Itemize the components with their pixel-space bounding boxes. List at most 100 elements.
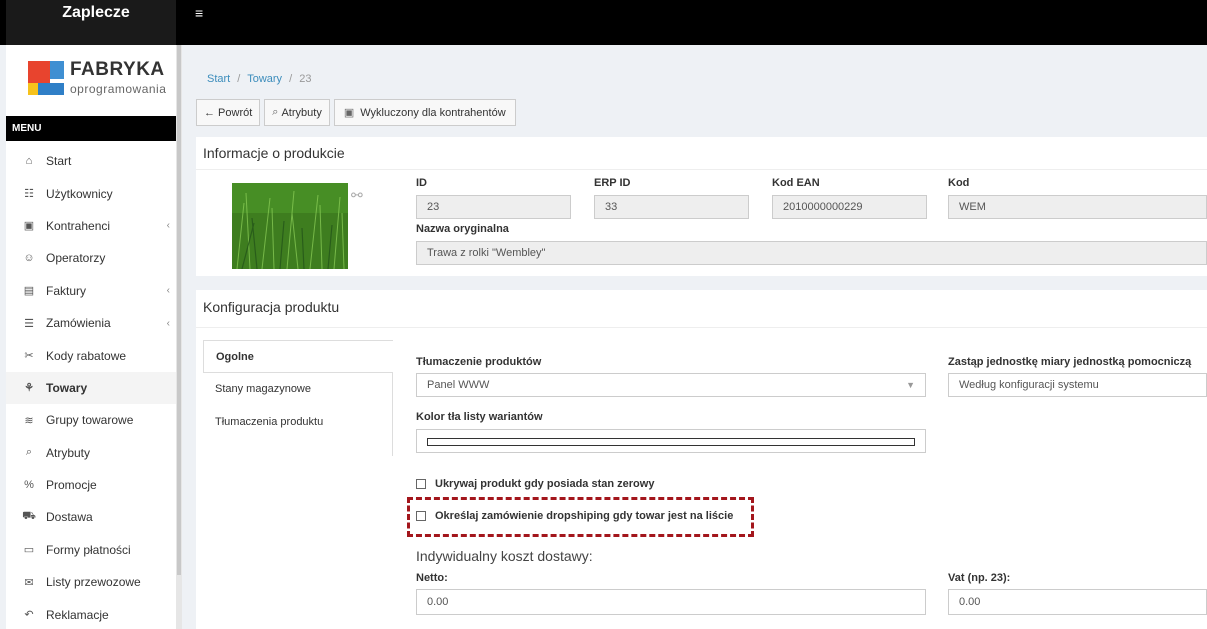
product-info-panel: Informacje o produkcie ⚯ ID 23 ERP ID 33… (196, 137, 1207, 276)
translation-select-value: Panel WWW (427, 379, 490, 391)
kod-field[interactable]: WEM (948, 195, 1207, 219)
unit-label: Zastąp jednostkę miary jednostką pomocni… (948, 356, 1192, 368)
sidebar-item-label: Formy płatności (46, 542, 131, 557)
ean-field[interactable]: 2010000000229 (772, 195, 927, 219)
id-label: ID (416, 177, 427, 189)
excluded-contractors-button[interactable]: ▣ Wykluczony dla kontrahentów (333, 99, 516, 126)
color-swatch (427, 438, 915, 446)
sidebar-item-label: Start (46, 154, 72, 169)
breadcrumb-start[interactable]: Start (207, 73, 230, 85)
erp-id-field[interactable]: 33 (594, 195, 749, 219)
sidebar-item-start[interactable]: ⌂ Start (6, 145, 176, 177)
sidebar-item-label: Towary (46, 380, 88, 395)
tab-stany-magazynowe[interactable]: Stany magazynowe (203, 373, 393, 406)
sidebar-item-label: Reklamacje (46, 607, 109, 622)
original-name-field[interactable]: Trawa z rolki "Wembley" (416, 241, 1207, 265)
menu-heading: MENU (6, 116, 182, 141)
original-name-label: Nazwa oryginalna (416, 223, 509, 235)
sidebar-item-kontrahenci[interactable]: ▣ Kontrahenci ‹ (6, 210, 176, 242)
erp-id-label: ERP ID (594, 177, 631, 189)
product-info-title: Informacje o produkcie (196, 137, 1207, 170)
breadcrumb-current: 23 (299, 73, 312, 85)
sidebar-item-label: Kontrahenci (46, 218, 111, 233)
product-thumbnail (232, 183, 348, 269)
config-tabs: Ogolne Stany magazynowe Tłumaczenia prod… (203, 340, 393, 456)
color-label: Kolor tła listy wariantów (416, 411, 543, 423)
sidebar-item-atrybuty[interactable]: ⌕ Atrybuty (6, 437, 176, 469)
sidebar: FABRYKA oprogramowania MENU ⌂ Start ☷ Użytk… (6, 45, 182, 629)
menu-toggle-icon[interactable]: ≡ (195, 5, 203, 21)
scrollbar-thumb[interactable] (177, 45, 181, 575)
top-bar: Zaplecze ≡ (0, 0, 1207, 45)
color-input[interactable] (416, 429, 926, 453)
dropship-label: Określaj zamówienie dropshiping gdy towa… (435, 510, 734, 522)
sidebar-item-dostawa[interactable]: ⛟ Dostawa (6, 501, 176, 533)
sidebar-item-reklamacje[interactable]: ↶ Reklamacje (6, 598, 176, 629)
contacts-icon: ▣ (23, 220, 35, 233)
breadcrumb-towary[interactable]: Towary (247, 73, 282, 85)
percent-icon: % (24, 479, 34, 492)
layers-icon: ≋ (24, 414, 34, 427)
hide-zero-row: Ukrywaj produkt gdy posiada stan zerowy (416, 478, 654, 490)
translation-select[interactable]: Panel WWW ▼ (416, 373, 926, 397)
sidebar-item-label: Dostawa (46, 510, 93, 525)
sidebar-item-label: Użytkownicy (46, 186, 113, 201)
mail-icon: ✉ (24, 576, 34, 589)
tag-icon: ⌕ (272, 106, 279, 118)
sidebar-item-operatorzy[interactable]: ☺ Operatorzy (6, 242, 176, 274)
attributes-button[interactable]: ⌕ Atrybuty (264, 99, 330, 126)
sidebar-scrollbar[interactable] (176, 45, 182, 629)
back-button[interactable]: ← Powrót (196, 99, 261, 126)
link-icon[interactable]: ⚯ (351, 187, 363, 204)
sidebar-item-formy-płatności[interactable]: ▭ Formy płatności (6, 534, 176, 566)
product-config-title: Konfiguracja produktu (196, 290, 1207, 328)
breadcrumb: Start / Towary / 23 (207, 73, 312, 85)
kod-label: Kod (948, 177, 970, 189)
product-config-panel: Konfiguracja produktu Ogolne Stany magaz… (196, 290, 1207, 629)
shipping-cost-heading: Indywidualny koszt dostawy: (416, 548, 593, 564)
sidebar-item-label: Operatorzy (46, 251, 106, 266)
back-button-label: ← Powrót (204, 106, 253, 119)
sidebar-item-zamówienia[interactable]: ☰ Zamówienia ‹ (6, 307, 176, 339)
tag-icon: ⌕ (25, 446, 33, 459)
company-logo[interactable]: FABRYKA oprogramowania (28, 57, 178, 107)
sidebar-item-listy-przewozowe[interactable]: ✉ Listy przewozowe (6, 566, 176, 598)
sidebar-menu: ⌂ Start ☷ Użytkownicy ▣ Kontrahenci ‹ ☺ Operator… (6, 145, 176, 629)
unit-select[interactable]: Według konfiguracji systemu (948, 373, 1207, 397)
invoice-icon: ▤ (23, 285, 35, 298)
hide-zero-checkbox[interactable] (416, 479, 426, 489)
sidebar-item-label: Grupy towarowe (46, 413, 134, 428)
chevron-down-icon: ▼ (906, 380, 915, 390)
dropship-checkbox[interactable] (416, 511, 426, 521)
sidebar-item-label: Promocje (46, 478, 97, 493)
tab-ogolne[interactable]: Ogolne (203, 340, 393, 373)
sidebar-item-label: Kody rabatowe (46, 348, 127, 363)
breadcrumb-separator: / (289, 73, 293, 85)
toolbar: ← Powrót ⌕ Atrybuty ▣ Wykluczony dla kon… (196, 99, 516, 126)
sidebar-item-faktury[interactable]: ▤ Faktury ‹ (6, 275, 176, 307)
sidebar-item-promocje[interactable]: % Promocje (6, 469, 176, 501)
excluded-contractors-label: Wykluczony dla kontrahentów (360, 106, 506, 119)
chevron-left-icon: ‹ (166, 317, 170, 329)
sidebar-item-kody-rabatowe[interactable]: ✂ Kody rabatowe (6, 339, 176, 371)
tab-tlumaczenia[interactable]: Tłumaczenia produktu (203, 406, 393, 456)
chevron-left-icon: ‹ (166, 285, 170, 297)
hide-zero-label: Ukrywaj produkt gdy posiada stan zerowy (435, 478, 655, 490)
ean-label: Kod EAN (772, 177, 820, 189)
chevron-left-icon: ‹ (166, 220, 170, 232)
app-brand[interactable]: Zaplecze (6, 0, 176, 45)
operators-icon: ☺ (23, 252, 35, 265)
sidebar-item-towary[interactable]: ⚘ Towary (6, 371, 176, 405)
sidebar-item-grupy-towarowe[interactable]: ≋ Grupy towarowe (6, 404, 176, 436)
payment-icon: ▭ (23, 544, 35, 557)
unit-select-value: Według konfiguracji systemu (959, 379, 1099, 391)
truck-icon: ⛟ (22, 510, 36, 523)
sidebar-item-użytkownicy[interactable]: ☷ Użytkownicy (6, 177, 176, 209)
vat-input[interactable]: 0.00 (948, 589, 1207, 615)
logo-wordmark: FABRYKA (70, 59, 165, 80)
netto-input[interactable]: 0.00 (416, 589, 926, 615)
products-icon: ⚘ (24, 382, 34, 395)
id-field[interactable]: 23 (416, 195, 571, 219)
users-icon: ☷ (24, 188, 34, 201)
sidebar-item-label: Atrybuty (46, 445, 91, 460)
